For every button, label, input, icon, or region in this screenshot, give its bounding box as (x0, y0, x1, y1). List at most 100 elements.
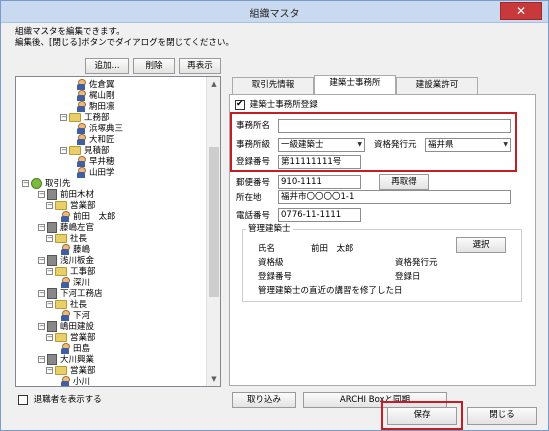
tree-item-label: 工務部 (84, 113, 110, 123)
reg-date-label: 登録日 (395, 272, 421, 282)
person-icon (60, 310, 70, 321)
person-icon (76, 134, 86, 145)
person-icon (60, 244, 70, 255)
tree-expander-icon[interactable]: − (46, 334, 53, 341)
tab-architect-office[interactable]: 建築士事務所 (314, 75, 396, 95)
course-label: 管理建築士の直近の講習を修了した日 (258, 286, 403, 296)
show-retired-checkbox[interactable] (18, 394, 28, 405)
tree-item-label: 営業部 (70, 366, 96, 376)
tree-item-label: 佐倉翼 (89, 80, 115, 90)
grade-label: 資格級 (258, 258, 284, 268)
tree-item-label: 藤嶋左官 (60, 223, 95, 233)
scroll-up-arrow[interactable]: ▲ (207, 77, 220, 91)
folder-icon (69, 146, 81, 155)
import-button[interactable]: 取り込み (232, 392, 296, 408)
tree-item-label: 前田 太郎 (73, 212, 116, 222)
tree-item-label: 深川 (73, 278, 91, 288)
instruction-line-2: 編集後、[閉じる]ボタンでダイアログを閉じてください。 (15, 38, 234, 48)
tree-item-label: 小川 (73, 377, 91, 387)
add-button[interactable]: 追加... (85, 58, 129, 74)
tree-scrollbar[interactable]: ▲ ▼ (206, 77, 220, 386)
issuer2-label: 資格発行元 (395, 258, 438, 268)
close-button[interactable]: 閉じる (467, 407, 537, 425)
globe-icon (31, 178, 42, 189)
phone-input[interactable]: 0776-11-1111 (278, 208, 361, 222)
person-icon (76, 101, 86, 112)
person-icon (76, 90, 86, 101)
highlight-save-button (381, 401, 463, 430)
tree-expander-icon[interactable]: − (38, 257, 45, 264)
tree-item-label: 営業部 (70, 201, 96, 211)
building-icon (47, 255, 57, 266)
tree-item-label: 社長 (70, 300, 88, 310)
tree-expander-icon[interactable]: − (38, 191, 45, 198)
show-retired-label: 退職者を表示する (33, 395, 102, 405)
tree-item-label: 大和匠 (89, 135, 115, 145)
tree-expander-icon[interactable]: − (46, 235, 53, 242)
tree-item-label: 前田木材 (60, 190, 95, 200)
tree-item-label: 山田学 (89, 168, 115, 178)
register-checkbox[interactable] (235, 99, 245, 110)
tree-item[interactable]: 山田学 (76, 167, 115, 180)
tree-item-label: 嶋田建設 (60, 322, 95, 332)
tree-expander-icon[interactable]: − (46, 268, 53, 275)
tree-item-label: 早井穂 (89, 157, 115, 167)
tree-expander-icon[interactable]: − (38, 290, 45, 297)
tree-expander-icon[interactable]: − (60, 147, 67, 154)
tree-expander-icon[interactable]: − (38, 224, 45, 231)
person-icon (76, 167, 86, 178)
scroll-thumb[interactable] (209, 147, 219, 297)
instruction-line-1: 組織マスタを編集できます。 (15, 27, 125, 37)
zip-label: 郵便番号 (236, 178, 271, 188)
tree-expander-icon[interactable]: − (22, 180, 29, 187)
dialog-window: 組織マスタ ✕ 組織マスタを編集できます。 編集後、[閉じる]ボタンでダイアログ… (0, 0, 549, 431)
scroll-down-arrow[interactable]: ▼ (207, 372, 220, 386)
tree-item-label: 田島 (73, 344, 91, 354)
tab-construction-permit[interactable]: 建設業許可 (396, 77, 478, 94)
tree-expander-icon[interactable]: − (46, 202, 53, 209)
window-title: 組織マスタ (249, 9, 300, 20)
folder-icon (55, 333, 67, 342)
tree-item-label: 浅川板金 (60, 256, 95, 266)
tree-item-label: 下河 (73, 311, 91, 321)
redisplay-button[interactable]: 再表示 (179, 58, 221, 74)
person-icon (60, 343, 70, 354)
tree-item-label: 取引先 (45, 179, 71, 189)
building-icon (47, 189, 57, 200)
instructions: 組織マスタを編集できます。 編集後、[閉じる]ボタンでダイアログを閉じてください… (15, 27, 234, 49)
building-icon (47, 288, 57, 299)
building-icon (47, 354, 57, 365)
folder-icon (55, 201, 67, 210)
tab-client-info[interactable]: 取引先情報 (232, 77, 314, 94)
tree-item-label: 大川興業 (60, 355, 95, 365)
tree-item-label: 営業部 (70, 333, 96, 343)
zip-input[interactable]: 910-1111 (278, 175, 361, 189)
person-icon (76, 79, 86, 90)
select-button[interactable]: 選択 (456, 237, 506, 253)
tree-item-label: 見積部 (84, 146, 110, 156)
folder-icon (55, 267, 67, 276)
address-input[interactable]: 福井市〇〇〇〇1-1 (278, 190, 511, 204)
highlight-office-fields (230, 112, 517, 172)
tree-expander-icon[interactable]: − (38, 356, 45, 363)
phone-label: 電話番号 (236, 211, 271, 221)
tree-item[interactable]: 小川 (60, 376, 91, 387)
tree-expander-icon[interactable]: − (38, 323, 45, 330)
tree-item-label: 下河工務店 (60, 289, 103, 299)
person-icon (60, 277, 70, 288)
reacquire-button[interactable]: 再取得 (379, 174, 429, 190)
register-option[interactable]: 建築士事務所登録 (235, 99, 318, 111)
close-window-button[interactable]: ✕ (500, 2, 542, 20)
organization-tree[interactable]: 佐倉翼 梶山剛 駒田凛 − 工務部 浜塚典三 大和匠 − 見積部 早井穂 山田学 − 取引先 − 前田木材 −… (15, 76, 221, 387)
tree-item-label: 梶山剛 (89, 91, 115, 101)
tree-expander-icon[interactable]: − (46, 367, 53, 374)
folder-icon (55, 300, 67, 309)
folder-icon (55, 366, 67, 375)
show-retired-option[interactable]: 退職者を表示する (18, 394, 102, 406)
tree-expander-icon[interactable]: − (46, 301, 53, 308)
name-label: 氏名 (258, 244, 276, 254)
building-icon (47, 222, 57, 233)
delete-button[interactable]: 削除 (133, 58, 175, 74)
tree-expander-icon[interactable]: − (60, 114, 67, 121)
person-icon (60, 376, 70, 386)
